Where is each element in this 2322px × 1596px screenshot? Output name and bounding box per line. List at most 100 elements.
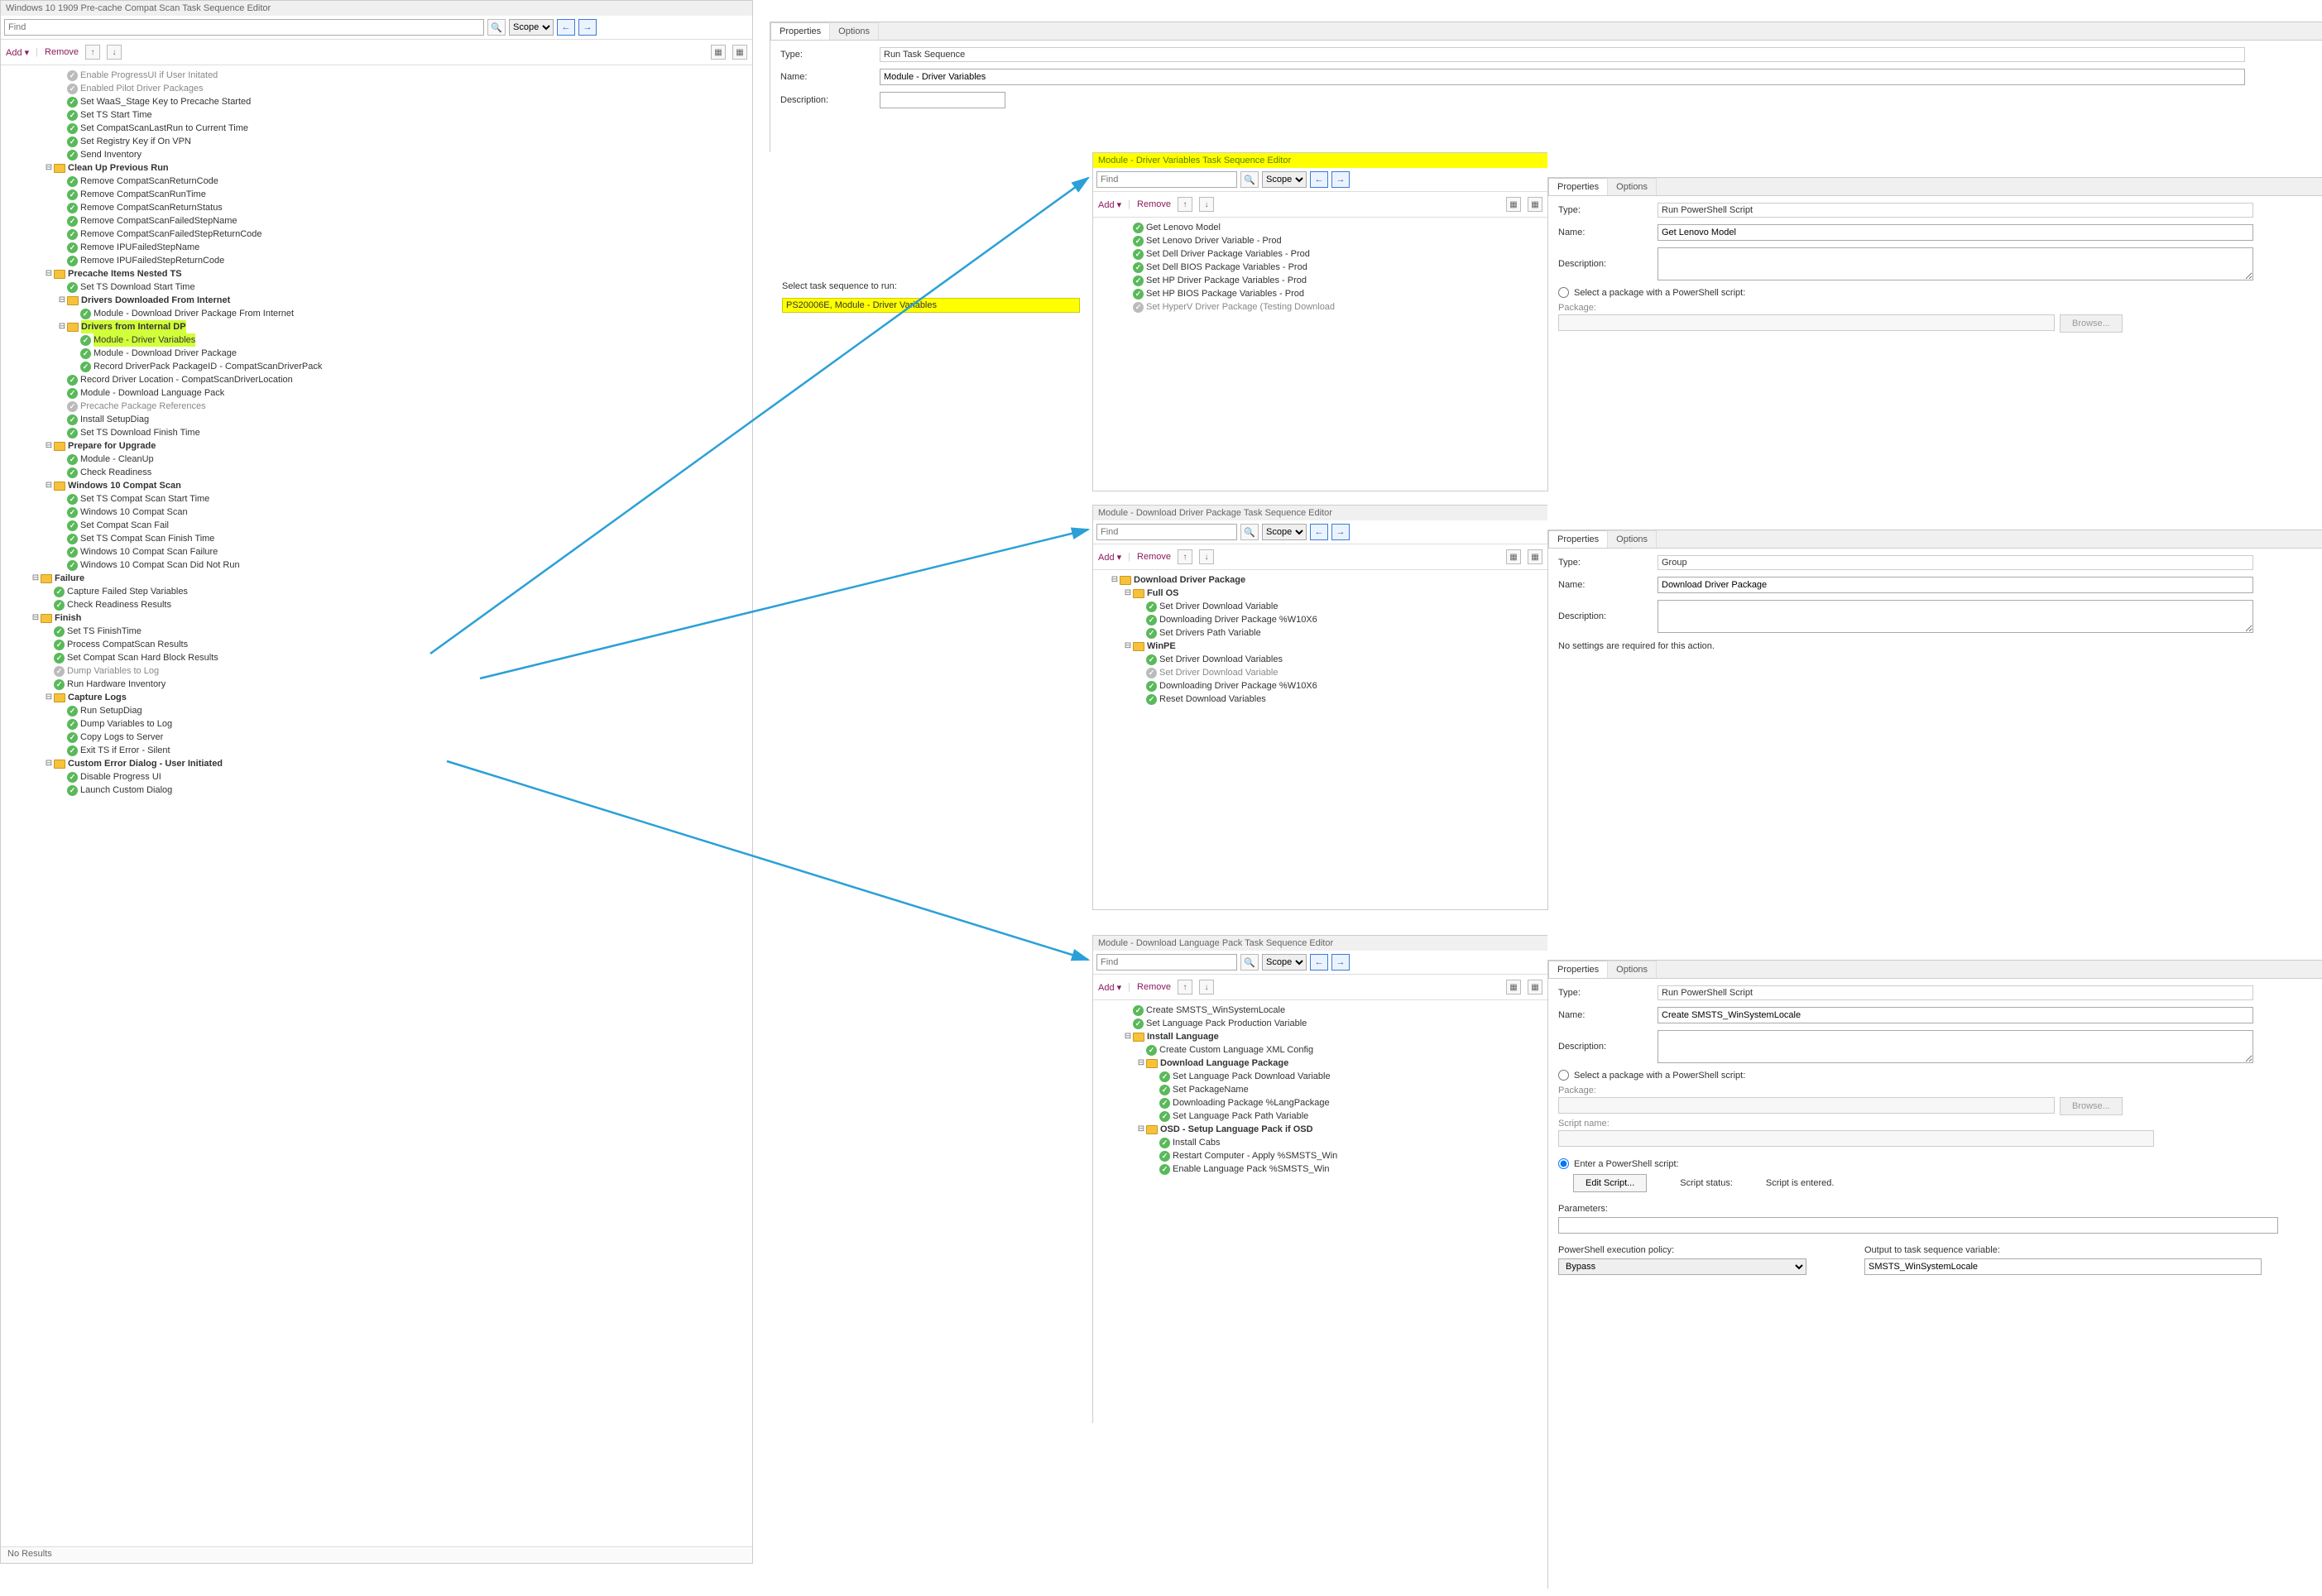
expand-toggle-icon[interactable]: ⊟ [1123,640,1133,653]
tree-row[interactable]: ⊟Custom Error Dialog - User Initiated [4,757,752,770]
expand-toggle-icon[interactable]: ⊟ [57,320,67,333]
expand-toggle-icon[interactable]: ⊟ [31,611,41,625]
remove-button[interactable]: Remove [45,47,79,57]
find-prev-button[interactable]: ← [1310,524,1328,540]
tree-row[interactable]: ⊟Precache Items Nested TS [4,267,752,280]
tree-row[interactable]: ✓Remove CompatScanFailedStepName [4,214,752,228]
expand-toggle-icon[interactable]: ⊟ [44,267,54,280]
expand-toggle-icon[interactable]: ⊟ [44,757,54,770]
move-up-icon[interactable]: ↑ [85,45,100,60]
tree-row[interactable]: ✓Set HP Driver Package Variables - Prod [1096,274,1547,287]
tree-row[interactable]: ✓Set TS Compat Scan Finish Time [4,532,752,545]
tree-row[interactable]: ✓Dump Variables to Log [4,717,752,731]
tree-tool-icon[interactable]: ▦ [1528,980,1542,995]
browse-button[interactable]: Browse... [2060,1097,2123,1115]
tab-properties[interactable]: Properties [1548,178,1608,195]
radio-enter-script[interactable] [1558,1158,1569,1169]
tree-row[interactable]: ✓Capture Failed Step Variables [4,585,752,598]
radio-select-package[interactable] [1558,1070,1569,1081]
find-next-button[interactable]: → [1331,524,1350,540]
expand-toggle-icon[interactable]: ⊟ [1123,1030,1133,1043]
edit-script-button[interactable]: Edit Script... [1573,1174,1647,1192]
tree-row[interactable]: ✓Record Driver Location - CompatScanDriv… [4,373,752,386]
desc-input[interactable] [880,92,1005,108]
tree-row[interactable]: ⊟OSD - Setup Language Pack if OSD [1096,1123,1547,1136]
tree-row[interactable]: ✓Check Readiness Results [4,598,752,611]
tree-row[interactable]: ⊟Prepare for Upgrade [4,439,752,453]
tree-row[interactable]: ✓Set Language Pack Production Variable [1096,1017,1547,1030]
tree-row[interactable]: ⊟WinPE [1096,640,1547,653]
tree-row[interactable]: ✓Set HyperV Driver Package (Testing Down… [1096,300,1547,314]
tree-row[interactable]: ✓Set Drivers Path Variable [1096,626,1547,640]
tree-row[interactable]: ✓Reset Download Variables [1096,693,1547,706]
tree-row[interactable]: ✓Set TS Download Start Time [4,280,752,294]
tree-row[interactable]: ✓Install Cabs [1096,1136,1547,1149]
tree-row[interactable]: ✓Precache Package References [4,400,752,413]
tree-tool-icon[interactable]: ▦ [1506,197,1521,212]
search-icon[interactable]: 🔍 [1240,171,1259,188]
desc-input[interactable] [1658,1030,2253,1063]
tree-row[interactable]: ✓Create SMSTS_WinSystemLocale [1096,1004,1547,1017]
tree-row[interactable]: ✓Set Driver Download Variables [1096,653,1547,666]
move-up-icon[interactable]: ↑ [1178,980,1192,995]
tree-row[interactable]: ✓Module - Download Driver Package From I… [4,307,752,320]
tree-row[interactable]: ✓Remove CompatScanRunTime [4,188,752,201]
expand-toggle-icon[interactable]: ⊟ [57,294,67,307]
tree-row[interactable]: ⊟Finish [4,611,752,625]
tree-row[interactable]: ✓Set Registry Key if On VPN [4,135,752,148]
tree-tool-1-icon[interactable]: ▦ [711,45,726,60]
tree-row[interactable]: ✓Set CompatScanLastRun to Current Time [4,122,752,135]
tree-row[interactable]: ✓Windows 10 Compat Scan [4,506,752,519]
expand-toggle-icon[interactable]: ⊟ [44,161,54,175]
tree-row[interactable]: ✓Downloading Driver Package %W10X6 [1096,613,1547,626]
tree-row[interactable]: ✓Remove CompatScanReturnCode [4,175,752,188]
ts-tree[interactable]: ✓Enable ProgressUI if User Initated✓Enab… [1,65,752,1522]
editor-c-find[interactable] [1096,524,1237,540]
tree-row[interactable]: ⊟Failure [4,572,752,585]
tree-row[interactable]: ✓Set Lenovo Driver Variable - Prod [1096,234,1547,247]
tree-tool-icon[interactable]: ▦ [1506,980,1521,995]
tree-row[interactable]: ✓Downloading Driver Package %W10X6 [1096,679,1547,693]
selected-ts[interactable]: PS20006E, Module - Driver Variables [782,298,1080,313]
find-prev-button[interactable]: ← [1310,954,1328,971]
tree-row[interactable]: ✓Enabled Pilot Driver Packages [4,82,752,95]
tree-tool-2-icon[interactable]: ▦ [732,45,747,60]
editor-d-find[interactable] [1096,954,1237,971]
tree-row[interactable]: ✓Enable Language Pack %SMSTS_Win [1096,1162,1547,1176]
tree-row[interactable]: ⊟Drivers Downloaded From Internet [4,294,752,307]
tree-row[interactable]: ⊟Clean Up Previous Run [4,161,752,175]
search-icon[interactable]: 🔍 [487,19,506,36]
editor-d-tree[interactable]: ✓Create SMSTS_WinSystemLocale✓Set Langua… [1093,1000,1547,1179]
move-down-icon[interactable]: ↓ [107,45,122,60]
tree-row[interactable]: ✓Record DriverPack PackageID - CompatSca… [4,360,752,373]
add-button[interactable]: Add ▾ [1098,199,1121,210]
tree-row[interactable]: ✓Check Readiness [4,466,752,479]
tree-row[interactable]: ✓Remove IPUFailedStepName [4,241,752,254]
editor-c-scope[interactable]: Scope [1262,524,1307,540]
editor-b-tree[interactable]: ✓Get Lenovo Model✓Set Lenovo Driver Vari… [1093,218,1547,317]
output-input[interactable] [1864,1258,2262,1275]
tree-row[interactable]: ✓Set WaaS_Stage Key to Precache Started [4,95,752,108]
tree-row[interactable]: ✓Set TS Compat Scan Start Time [4,492,752,506]
name-input[interactable] [1658,1007,2253,1023]
tree-row[interactable]: ✓Set TS FinishTime [4,625,752,638]
tree-row[interactable]: ✓Remove CompatScanReturnStatus [4,201,752,214]
tree-row[interactable]: ✓Downloading Package %LangPackage [1096,1096,1547,1110]
desc-input[interactable] [1658,600,2253,633]
tree-row[interactable]: ✓Get Lenovo Model [1096,221,1547,234]
tree-row[interactable]: ⊟Install Language [1096,1030,1547,1043]
tree-row[interactable]: ✓Set Language Pack Path Variable [1096,1110,1547,1123]
expand-toggle-icon[interactable]: ⊟ [1136,1057,1146,1070]
move-up-icon[interactable]: ↑ [1178,549,1192,564]
expand-toggle-icon[interactable]: ⊟ [1123,587,1133,600]
tab-properties[interactable]: Properties [1548,530,1608,548]
find-input[interactable] [4,19,484,36]
editor-d-scope[interactable]: Scope [1262,954,1307,971]
find-prev-button[interactable]: ← [1310,171,1328,188]
remove-button[interactable]: Remove [1137,982,1171,992]
tree-row[interactable]: ✓Module - Download Language Pack [4,386,752,400]
name-input[interactable] [1658,577,2253,593]
tab-properties[interactable]: Properties [1548,961,1608,978]
editor-c-tree[interactable]: ⊟Download Driver Package⊟Full OS✓Set Dri… [1093,570,1547,709]
desc-input[interactable] [1658,247,2253,280]
